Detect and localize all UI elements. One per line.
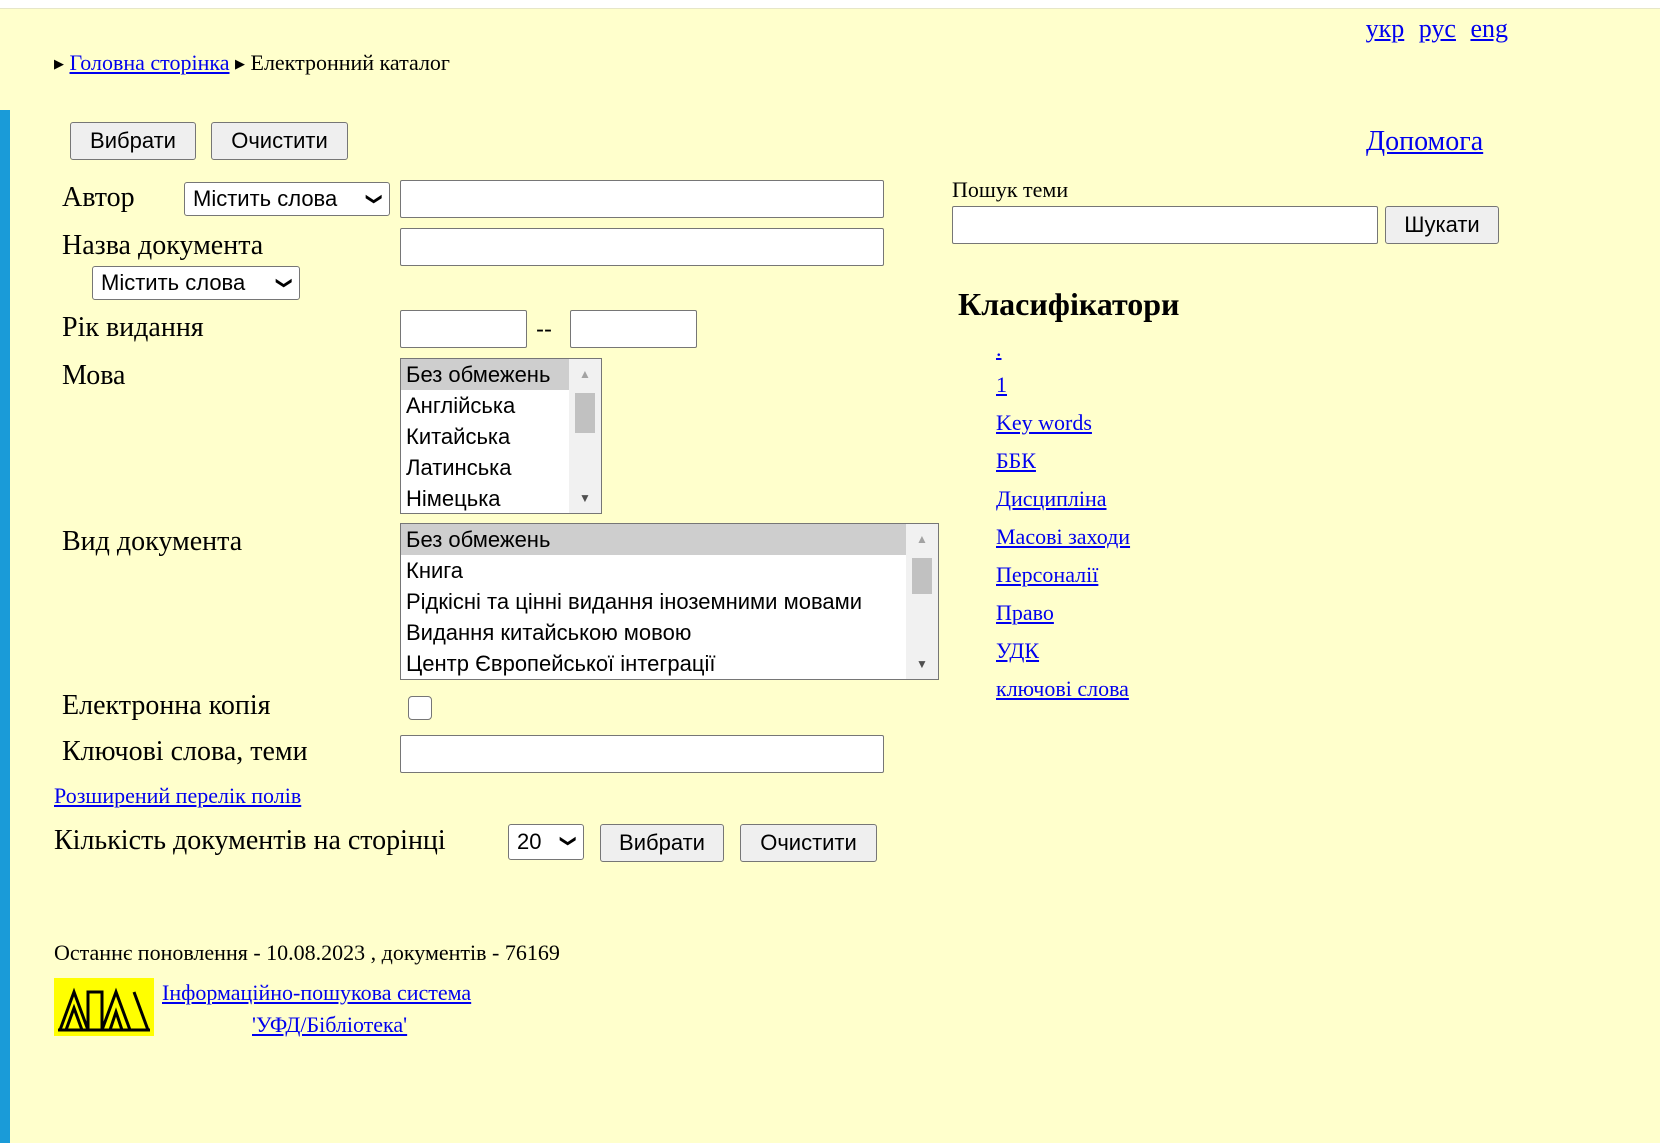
extended-fields-link[interactable]: Розширений перелік полів xyxy=(54,783,301,809)
left-accent-bar xyxy=(0,110,10,1143)
clear-button-bottom[interactable]: Очистити xyxy=(740,824,877,862)
scroll-thumb[interactable] xyxy=(912,558,932,594)
author-input[interactable] xyxy=(400,180,884,218)
top-border xyxy=(0,0,1660,9)
ecopy-checkbox[interactable] xyxy=(408,696,432,720)
keywords-label: Ключові слова, теми xyxy=(62,736,308,767)
author-mode-select[interactable]: Містить слова ❯ xyxy=(184,182,390,216)
perpage-select[interactable]: 20 ❯ xyxy=(508,824,584,860)
author-mode-value: Містить слова xyxy=(193,186,338,211)
title-mode-value: Містить слова xyxy=(101,270,246,295)
topic-search-button[interactable]: Шукати xyxy=(1385,206,1499,244)
triangle-right-icon: ▶ xyxy=(54,56,64,71)
language-listbox[interactable]: Без обмежень Англійська Китайська Латинс… xyxy=(400,358,602,514)
language-label: Мова xyxy=(62,360,126,391)
system-link-line2[interactable]: 'УФД/Бібліотека' xyxy=(252,1012,407,1038)
clear-button-top[interactable]: Очистити xyxy=(211,122,348,160)
chevron-down-icon: ❯ xyxy=(559,834,577,848)
doctype-option[interactable]: Книга xyxy=(401,555,938,586)
doctype-option[interactable]: Видання китайською мовою xyxy=(401,617,938,648)
doctype-label: Вид документа xyxy=(62,526,243,557)
scroll-down-icon[interactable]: ▼ xyxy=(906,657,938,671)
title-mode-select[interactable]: Містить слова ❯ xyxy=(92,266,300,300)
classifiers-heading: Класифікатори xyxy=(958,286,1180,322)
doctype-option[interactable]: Без обмежень xyxy=(401,524,938,555)
year-separator: -- xyxy=(536,316,552,343)
year-from-input[interactable] xyxy=(400,310,527,348)
breadcrumb: ▶ Головна сторінка ▶ Електронний каталог xyxy=(54,50,450,76)
last-update-text: Останнє поновлення - 10.08.2023 , докуме… xyxy=(54,940,560,965)
classifier-link[interactable]: Право xyxy=(996,600,1054,626)
language-scrollbar[interactable]: ▲ ▼ xyxy=(569,359,601,513)
chevron-down-icon: ❯ xyxy=(275,276,293,290)
topic-search-label: Пошук теми xyxy=(952,177,1069,202)
title-input[interactable] xyxy=(400,228,884,266)
classifier-link[interactable]: Key words xyxy=(996,410,1092,436)
doctype-option[interactable]: Центр Європейської інтеграції xyxy=(401,648,938,679)
classifier-link[interactable]: Масові заходи xyxy=(996,524,1130,550)
scroll-down-icon[interactable]: ▼ xyxy=(569,491,601,505)
doctype-option[interactable]: Рідкісні та цінні видання іноземними мов… xyxy=(401,586,938,617)
breadcrumb-current: Електронний каталог xyxy=(250,50,450,75)
lang-link-rus[interactable]: рус xyxy=(1419,14,1456,43)
scroll-thumb[interactable] xyxy=(575,393,595,433)
language-switcher: укр рус eng xyxy=(1358,14,1508,44)
keywords-input[interactable] xyxy=(400,735,884,773)
system-logo xyxy=(54,978,154,1036)
perpage-label: Кількість документів на сторінці xyxy=(54,825,446,856)
triangle-right-icon: ▶ xyxy=(235,56,245,71)
select-button-bottom[interactable]: Вибрати xyxy=(600,824,724,862)
topic-search-input[interactable] xyxy=(952,206,1378,244)
breadcrumb-home-link[interactable]: Головна сторінка xyxy=(70,50,230,75)
logo-mark-icon xyxy=(58,987,150,1032)
doctype-scrollbar[interactable]: ▲ ▼ xyxy=(906,524,938,679)
chevron-down-icon: ❯ xyxy=(365,192,383,206)
scroll-up-icon[interactable]: ▲ xyxy=(906,532,938,546)
classifier-link[interactable]: ключові слова xyxy=(996,676,1129,702)
doctype-listbox[interactable]: Без обмежень Книга Рідкісні та цінні вид… xyxy=(400,523,939,680)
title-label: Назва документа xyxy=(62,230,264,261)
classifier-link[interactable]: Персоналії xyxy=(996,562,1098,588)
classifier-link[interactable]: ББК xyxy=(996,448,1036,474)
help-link[interactable]: Допомога xyxy=(1366,126,1483,158)
classifier-link[interactable]: 1 xyxy=(996,372,1007,398)
lang-link-eng[interactable]: eng xyxy=(1470,14,1508,43)
ecopy-label: Електронна копія xyxy=(62,690,271,721)
classifier-link[interactable]: . xyxy=(996,336,1002,362)
perpage-value: 20 xyxy=(517,829,542,854)
lang-link-ukr[interactable]: укр xyxy=(1366,14,1405,43)
classifier-link[interactable]: Дисципліна xyxy=(996,486,1107,512)
scroll-up-icon[interactable]: ▲ xyxy=(569,367,601,381)
year-label: Рік видання xyxy=(62,312,204,343)
author-label: Автор xyxy=(62,182,135,213)
classifier-link[interactable]: УДК xyxy=(996,638,1039,664)
system-link-line1[interactable]: Інформаційно-пошукова система xyxy=(162,980,471,1006)
select-button-top[interactable]: Вибрати xyxy=(70,122,196,160)
year-to-input[interactable] xyxy=(570,310,697,348)
